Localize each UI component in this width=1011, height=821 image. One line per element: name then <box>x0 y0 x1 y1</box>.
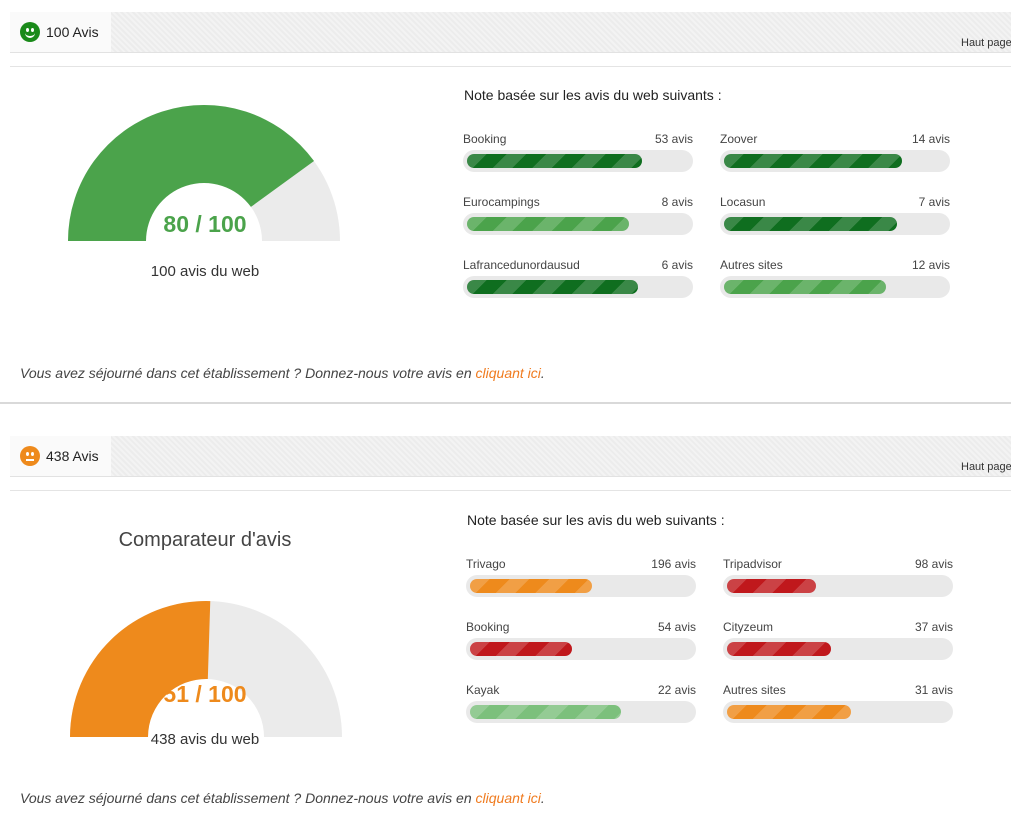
source-rating-fill <box>467 280 638 294</box>
source-review-count: 54 avis <box>657 620 696 634</box>
source-rating-fill <box>724 154 902 168</box>
source-rating-fill <box>727 642 831 656</box>
gauge-subtitle: 100 avis du web <box>150 263 260 280</box>
source-item: Tripadvisor 98 avis <box>723 557 953 607</box>
source-name: Booking <box>463 132 507 146</box>
source-item: Trivago 196 avis <box>466 557 696 607</box>
sources-title: Note basée sur les avis du web suivants … <box>467 512 725 528</box>
gauge-subtitle: 438 avis du web <box>150 731 260 748</box>
source-rating-bar <box>720 150 950 172</box>
source-name: Booking <box>466 620 510 634</box>
review-invite-end: . <box>540 790 545 806</box>
gauge-score: 80 / 100 <box>163 211 247 237</box>
source-rating-fill <box>470 642 572 656</box>
source-item: Eurocampings 8 avis <box>463 195 693 245</box>
source-review-count: 12 avis <box>911 258 950 272</box>
review-link[interactable]: cliquant ici <box>476 365 541 381</box>
neutral-smiley-icon <box>20 446 40 466</box>
source-item: Kayak 22 avis <box>466 683 696 733</box>
source-rating-fill <box>724 280 886 294</box>
source-rating-bar <box>463 213 693 235</box>
source-rating-bar <box>463 276 693 298</box>
source-rating-bar <box>723 701 953 723</box>
source-review-count: 53 avis <box>654 132 693 146</box>
review-block-1: 100 Avis Haut page 80 / 100 100 avis du … <box>0 0 1011 400</box>
source-rating-fill <box>724 217 897 231</box>
review-block-2: 438 Avis Haut page Comparateur d'avis 51… <box>0 426 1011 821</box>
source-rating-fill <box>727 705 851 719</box>
source-item: Lafrancedunordausud 6 avis <box>463 258 693 308</box>
source-review-count: 196 avis <box>651 557 696 571</box>
source-rating-fill <box>470 579 592 593</box>
gauge-value-arc <box>70 601 211 737</box>
source-name: Cityzeum <box>723 620 774 634</box>
source-review-count: 7 avis <box>918 195 950 209</box>
source-rating-fill <box>727 579 816 593</box>
divider <box>10 490 1011 491</box>
source-item: Cityzeum 37 avis <box>723 620 953 670</box>
reviews-count-tab[interactable]: 100 Avis <box>10 12 111 52</box>
review-invite: Vous avez séjourné dans cet établissemen… <box>20 790 545 806</box>
source-review-count: 6 avis <box>661 258 693 272</box>
source-name: Trivago <box>466 557 506 571</box>
source-rating-bar <box>463 150 693 172</box>
review-invite-text: Vous avez séjourné dans cet établissemen… <box>20 365 476 381</box>
source-rating-bar <box>720 213 950 235</box>
review-link[interactable]: cliquant ici <box>476 790 541 806</box>
review-invite-end: . <box>540 365 545 381</box>
reviews-header-bar: 100 Avis Haut page <box>10 12 1011 53</box>
source-review-count: 14 avis <box>911 132 950 146</box>
source-item: Booking 53 avis <box>463 132 693 182</box>
source-name: Locasun <box>720 195 766 209</box>
source-review-count: 8 avis <box>661 195 693 209</box>
reviews-count-tab[interactable]: 438 Avis <box>10 436 111 476</box>
source-item: Zoover 14 avis <box>720 132 950 182</box>
back-to-top-link[interactable]: Haut page <box>961 461 1011 473</box>
source-item: Autres sites 12 avis <box>720 258 950 308</box>
source-name: Zoover <box>720 132 758 146</box>
gauge-svg <box>70 601 342 737</box>
gauge-title: Comparateur d'avis <box>118 529 292 551</box>
reviews-header-bar: 438 Avis Haut page <box>10 436 1011 477</box>
back-to-top-link[interactable]: Haut page <box>961 37 1011 49</box>
section-separator <box>0 402 1011 404</box>
reviews-count-label: 438 Avis <box>46 448 99 464</box>
review-invite-text: Vous avez séjourné dans cet établissemen… <box>20 790 476 806</box>
source-review-count: 98 avis <box>914 557 953 571</box>
source-rating-bar <box>723 638 953 660</box>
gauge-score: 51 / 100 <box>163 681 247 707</box>
source-rating-bar <box>466 638 696 660</box>
source-rating-bar <box>466 575 696 597</box>
source-name: Lafrancedunordausud <box>463 258 580 272</box>
source-rating-fill <box>470 705 621 719</box>
source-name: Autres sites <box>723 683 786 697</box>
source-rating-bar <box>466 701 696 723</box>
source-rating-fill <box>467 217 629 231</box>
source-rating-bar <box>723 575 953 597</box>
happy-smiley-icon <box>20 22 40 42</box>
sources-title: Note basée sur les avis du web suivants … <box>464 87 722 103</box>
source-review-count: 37 avis <box>914 620 953 634</box>
source-name: Tripadvisor <box>723 557 782 571</box>
review-invite: Vous avez séjourné dans cet établissemen… <box>20 365 545 381</box>
source-name: Kayak <box>466 683 500 697</box>
source-review-count: 22 avis <box>657 683 696 697</box>
source-rating-fill <box>467 154 642 168</box>
source-item: Booking 54 avis <box>466 620 696 670</box>
source-name: Eurocampings <box>463 195 540 209</box>
source-review-count: 31 avis <box>914 683 953 697</box>
score-gauge: 80 / 100 100 avis du web <box>60 95 350 295</box>
source-item: Locasun 7 avis <box>720 195 950 245</box>
source-rating-bar <box>720 276 950 298</box>
score-gauge: Comparateur d'avis 51 / 100 438 avis du … <box>60 529 350 759</box>
source-item: Autres sites 31 avis <box>723 683 953 733</box>
source-name: Autres sites <box>720 258 783 272</box>
reviews-count-label: 100 Avis <box>46 24 99 40</box>
divider <box>10 66 1011 67</box>
